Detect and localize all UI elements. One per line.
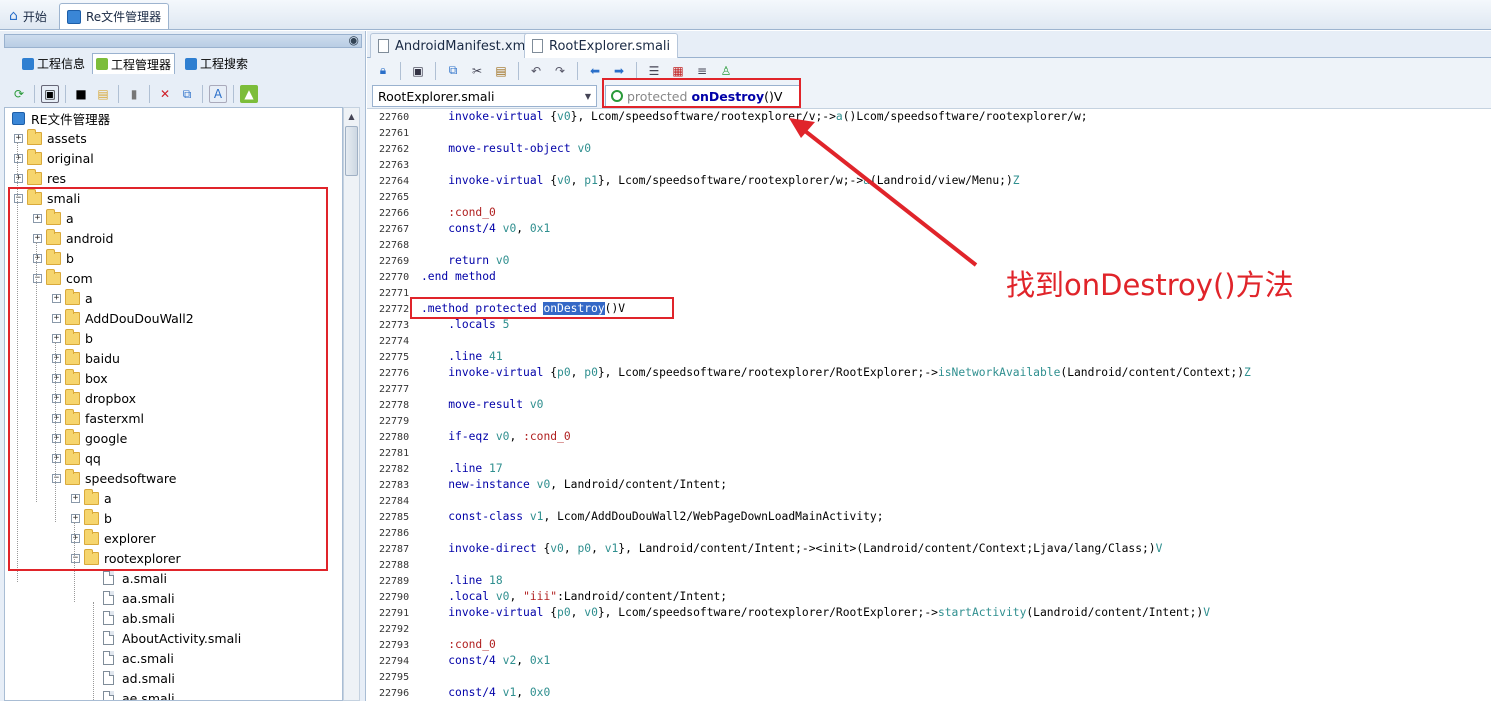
annotation-arrow [789, 118, 978, 267]
arrow-line [798, 125, 978, 267]
annotation-text: 找到onDestroy()方法 [1006, 268, 1294, 302]
